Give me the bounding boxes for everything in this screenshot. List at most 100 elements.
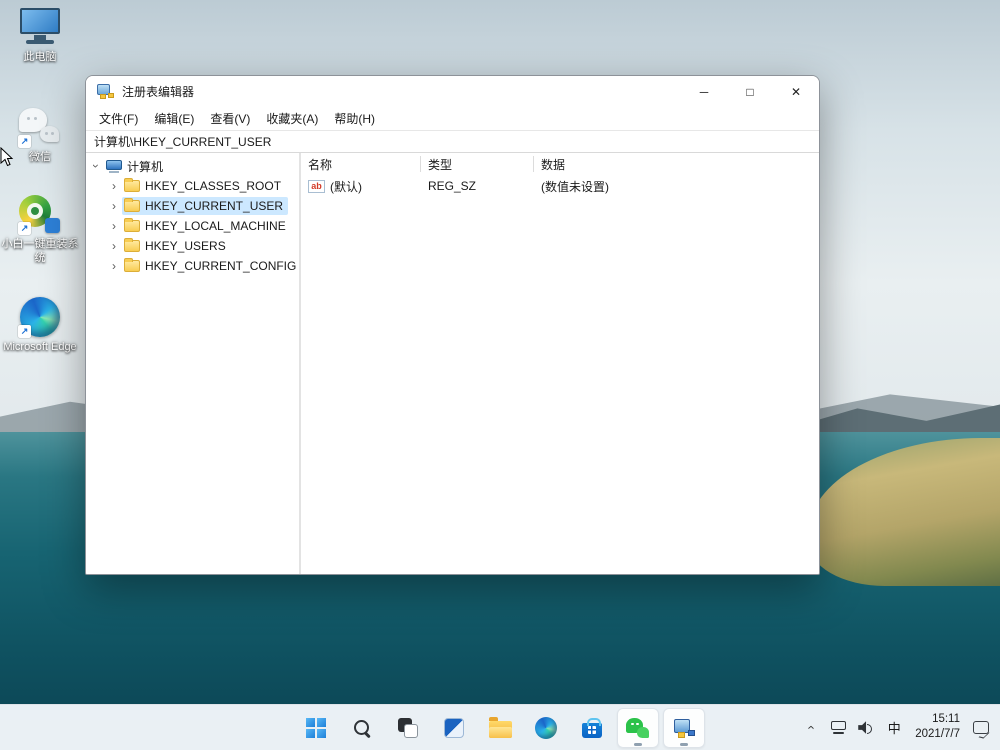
tree-item-computer[interactable]: 计算机 (88, 156, 299, 176)
search-button[interactable] (341, 708, 383, 748)
folder-icon (124, 198, 140, 212)
edge-button[interactable] (525, 708, 567, 748)
menu-favorites[interactable]: 收藏夹(A) (258, 107, 326, 130)
computer-icon (106, 159, 122, 173)
folder-icon (124, 258, 140, 272)
column-header-type[interactable]: 类型 (421, 153, 534, 175)
this-pc-icon (18, 6, 62, 48)
desktop-icon-label: 小白一键重装系统 (1, 238, 79, 264)
input-method-button[interactable]: 中 (881, 710, 907, 746)
chevron-right-icon[interactable] (106, 178, 122, 194)
value-name: (默认) (330, 179, 362, 194)
volume-icon (858, 721, 874, 734)
menu-view[interactable]: 查看(V) (202, 107, 258, 130)
notification-icon (973, 721, 989, 734)
store-icon (582, 718, 602, 738)
mouse-cursor (0, 147, 14, 167)
widgets-icon (444, 718, 464, 738)
registry-values-pane: 名称 类型 数据 ab (默认) REG_SZ (数值未设置) (301, 153, 819, 574)
edge-icon (535, 717, 557, 739)
file-explorer-button[interactable] (479, 708, 521, 748)
edge-icon (18, 296, 62, 338)
tree-item-hkey-local-machine[interactable]: HKEY_LOCAL_MACHINE (106, 216, 299, 236)
close-button[interactable]: ✕ (773, 76, 819, 107)
value-type: REG_SZ (428, 179, 477, 193)
window-content: 计算机 HKEY_CLASSES_ROOT HKEY_CURRENT_USER (86, 153, 819, 574)
system-tray: 中 15:11 2021/7/7 (797, 705, 994, 750)
notifications-button[interactable] (968, 710, 994, 746)
window-title: 注册表编辑器 (122, 85, 195, 99)
tree-label: HKEY_CURRENT_USER (145, 199, 284, 213)
list-header: 名称 类型 数据 (301, 153, 819, 175)
chevron-up-icon (803, 725, 818, 729)
start-button[interactable] (295, 708, 337, 748)
widgets-button[interactable] (433, 708, 475, 748)
tree-label: 计算机 (127, 159, 164, 174)
chevron-right-icon[interactable] (106, 258, 122, 274)
reg-sz-icon: ab (308, 179, 325, 193)
registry-editor-icon (97, 84, 114, 99)
clock-button[interactable]: 15:11 2021/7/7 (909, 710, 966, 746)
chevron-right-icon[interactable] (106, 238, 122, 254)
tree-label: HKEY_LOCAL_MACHINE (145, 219, 286, 233)
menu-edit[interactable]: 编辑(E) (146, 107, 202, 130)
registry-editor-window: 注册表编辑器 ─ □ ✕ 文件(F) 编辑(E) 查看(V) 收藏夹(A) 帮助… (85, 75, 820, 575)
windows-logo-icon (305, 717, 327, 739)
desktop-icon-xiaobai-reinstall[interactable]: 小白一键重装系统 (1, 193, 79, 266)
window-titlebar[interactable]: 注册表编辑器 ─ □ ✕ (86, 76, 819, 107)
desktop-icon-this-pc[interactable]: 此电脑 (1, 6, 79, 65)
wechat-icon (18, 106, 62, 148)
menu-bar: 文件(F) 编辑(E) 查看(V) 收藏夹(A) 帮助(H) (86, 107, 819, 130)
folder-icon (124, 218, 140, 232)
volume-button[interactable] (853, 710, 879, 746)
desktop-icon-label: 此电脑 (23, 51, 57, 63)
clock-time: 15:11 (932, 713, 960, 726)
shortcut-arrow-icon (18, 325, 31, 338)
chevron-down-icon[interactable] (88, 158, 104, 174)
search-icon (352, 718, 372, 738)
xiaobai-reinstall-icon (18, 193, 62, 235)
tree-item-hkey-users[interactable]: HKEY_USERS (106, 236, 299, 256)
column-header-name[interactable]: 名称 (301, 153, 421, 175)
network-button[interactable] (825, 710, 851, 746)
desktop: 此电脑 微信 小白一键重装系统 Microsoft Edge 注册表编辑器 ─ (0, 0, 1000, 750)
minimize-button[interactable]: ─ (681, 76, 727, 107)
task-view-icon (398, 718, 418, 738)
tree-item-hkey-current-user[interactable]: HKEY_CURRENT_USER (106, 196, 299, 216)
task-view-button[interactable] (387, 708, 429, 748)
registry-tree-pane: 计算机 HKEY_CLASSES_ROOT HKEY_CURRENT_USER (86, 153, 299, 574)
menu-file[interactable]: 文件(F) (91, 107, 146, 130)
microsoft-store-button[interactable] (571, 708, 613, 748)
tree-item-hkey-current-config[interactable]: HKEY_CURRENT_CONFIG (106, 256, 299, 276)
tree-label: HKEY_USERS (145, 239, 226, 253)
tree-item-hkey-classes-root[interactable]: HKEY_CLASSES_ROOT (106, 176, 299, 196)
maximize-button[interactable]: □ (727, 76, 773, 107)
taskbar-app-icons (295, 708, 705, 748)
address-bar[interactable]: 计算机\HKEY_CURRENT_USER (86, 130, 819, 153)
file-explorer-icon (488, 717, 512, 738)
desktop-icon-microsoft-edge[interactable]: Microsoft Edge (1, 296, 79, 355)
chevron-right-icon[interactable] (106, 198, 122, 214)
hidden-icons-button[interactable] (797, 710, 823, 746)
shortcut-arrow-icon (18, 222, 31, 235)
value-data: (数值未设置) (541, 179, 609, 194)
taskbar: 中 15:11 2021/7/7 (0, 704, 1000, 750)
clock-date: 2021/7/7 (915, 728, 960, 740)
column-header-data[interactable]: 数据 (534, 153, 819, 175)
network-icon (830, 721, 846, 734)
wechat-taskbar-button[interactable] (617, 708, 659, 748)
desktop-icon-label: Microsoft Edge (3, 341, 77, 353)
window-controls: ─ □ ✕ (681, 76, 819, 107)
chevron-right-icon[interactable] (106, 218, 122, 234)
registry-editor-icon (673, 718, 695, 738)
registry-editor-taskbar-button[interactable] (663, 708, 705, 748)
folder-icon (124, 238, 140, 252)
wechat-icon (626, 717, 650, 739)
shortcut-arrow-icon (18, 135, 31, 148)
tree-label: HKEY_CURRENT_CONFIG (145, 259, 297, 273)
desktop-icon-label: 微信 (29, 151, 51, 163)
address-text: 计算机\HKEY_CURRENT_USER (94, 135, 272, 149)
menu-help[interactable]: 帮助(H) (326, 107, 383, 130)
folder-icon (124, 178, 140, 192)
registry-value-row[interactable]: ab (默认) REG_SZ (数值未设置) (301, 175, 819, 197)
